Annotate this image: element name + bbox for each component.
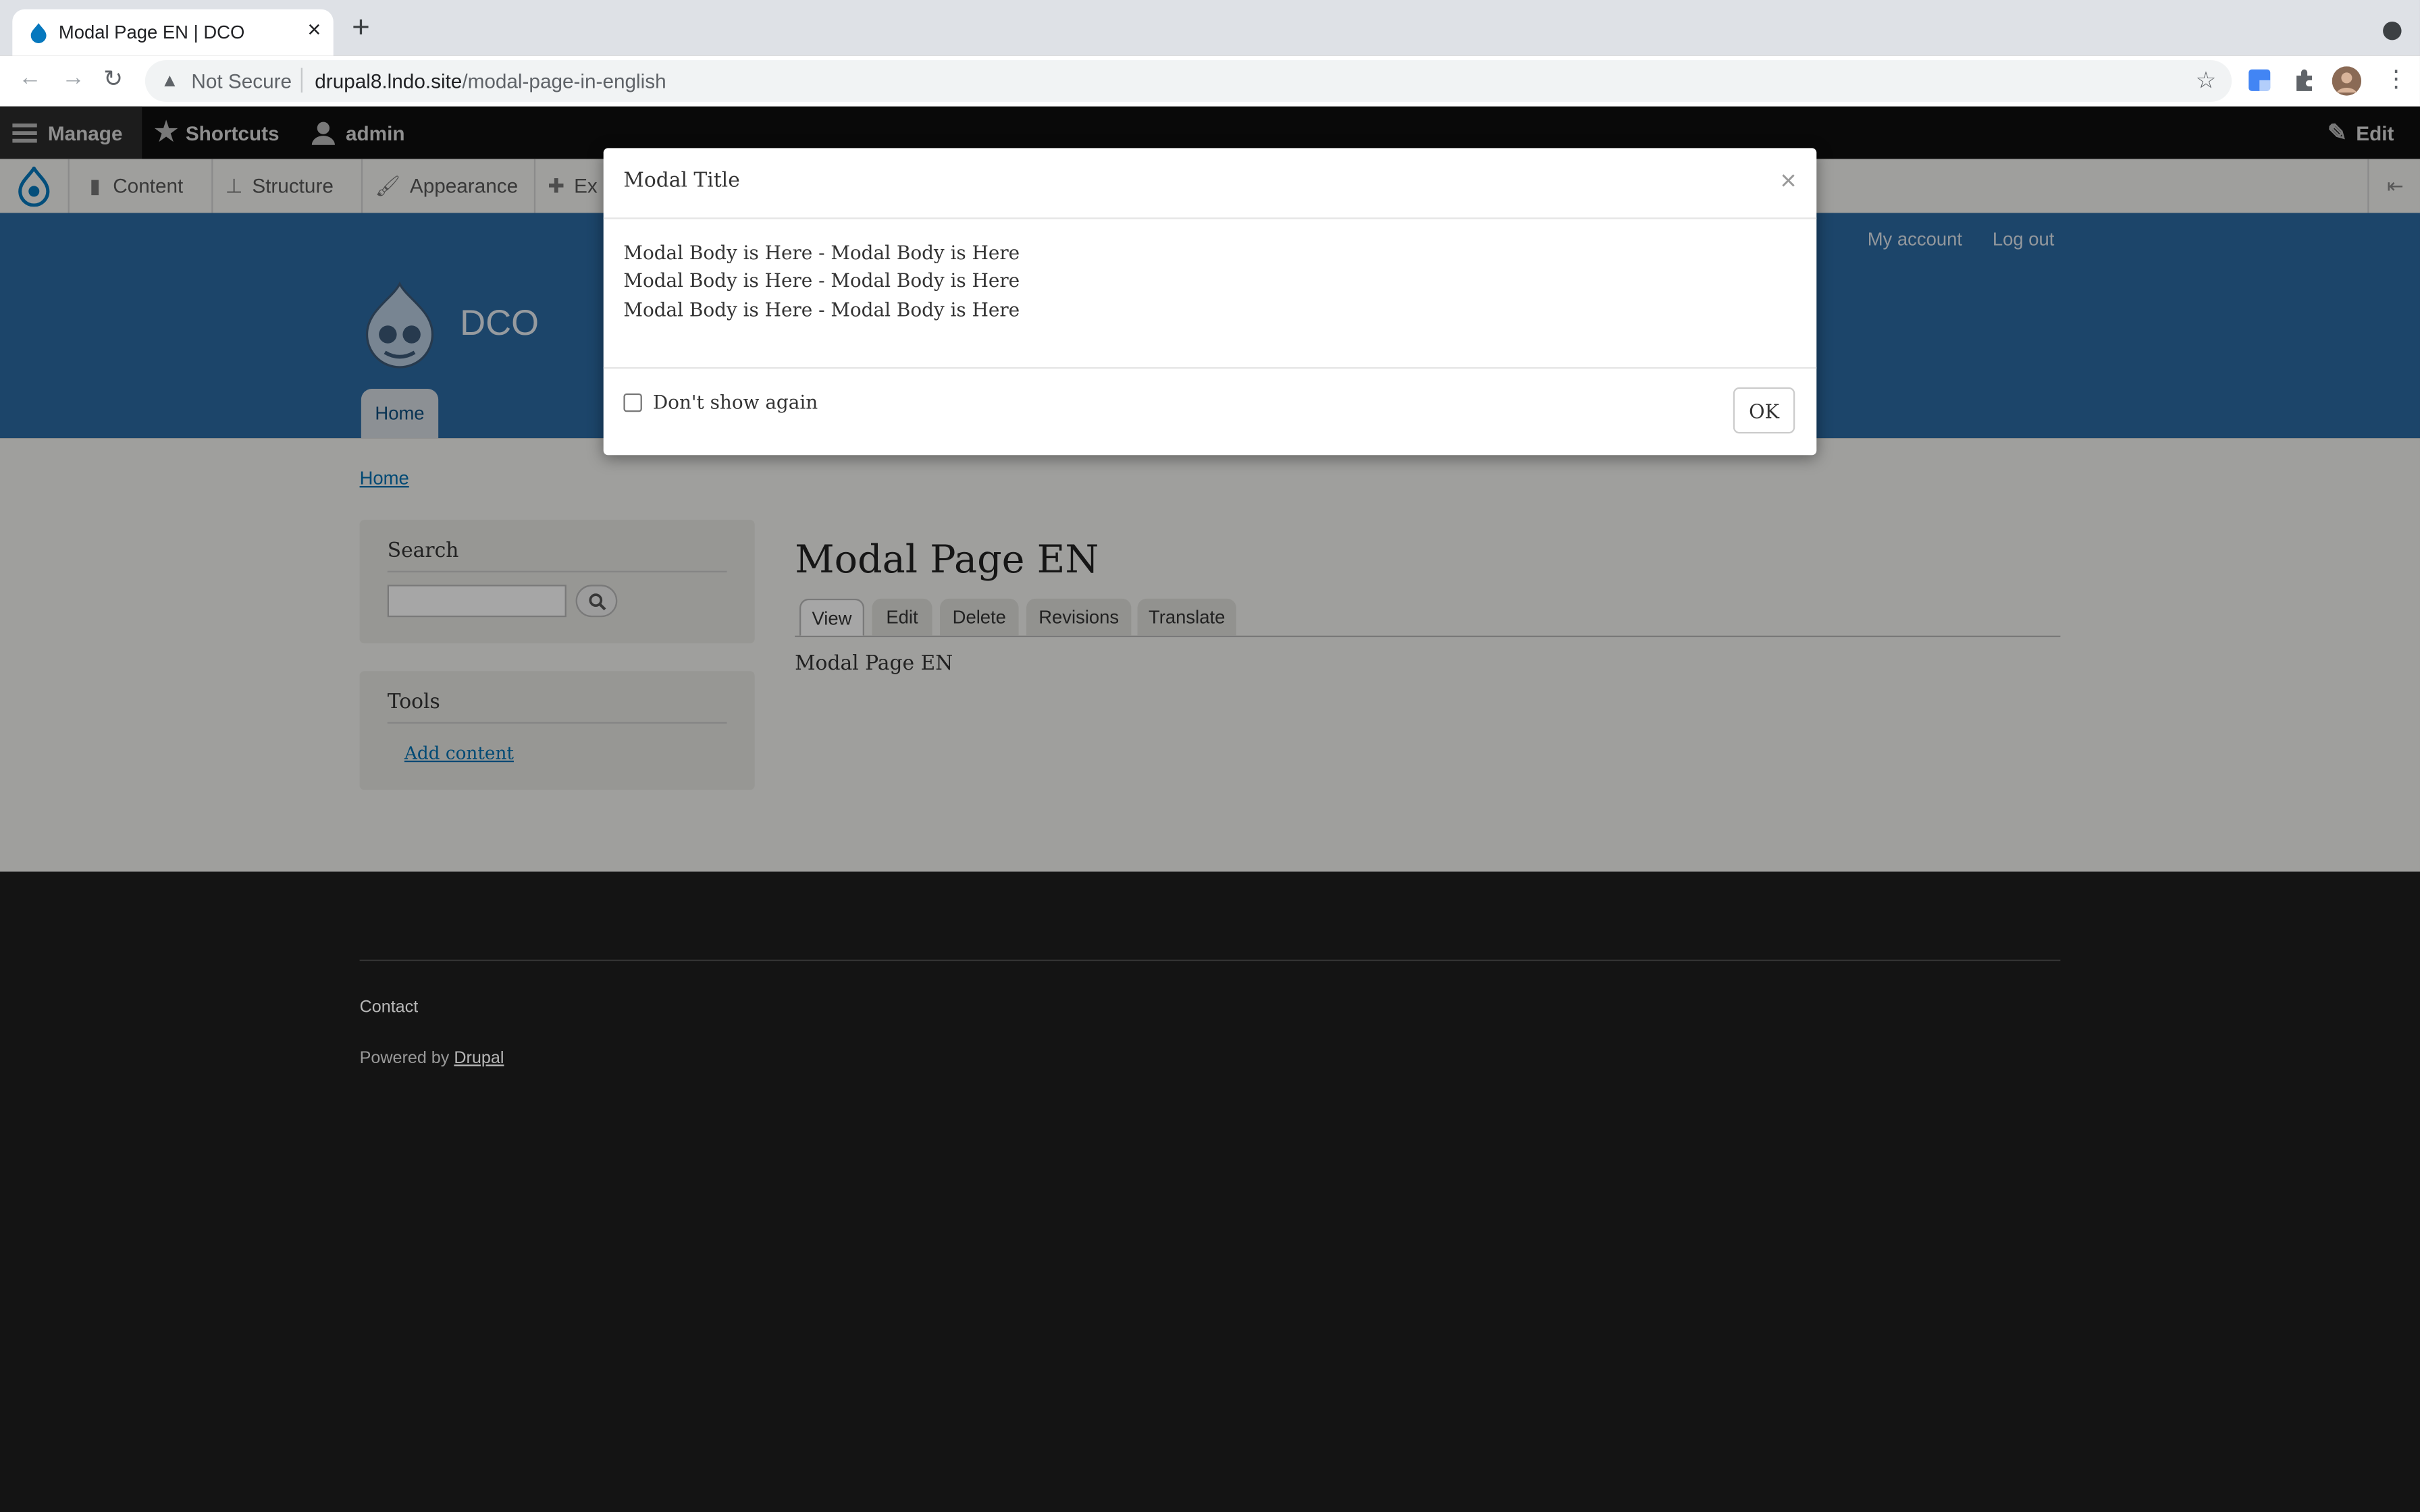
- modal-footer: Don't show again OK: [603, 367, 1817, 457]
- tab-title: Modal Page EN | DCO: [58, 21, 245, 43]
- dont-show-again-label[interactable]: Don't show again: [653, 392, 818, 414]
- ok-button-label: OK: [1749, 398, 1779, 423]
- security-label: Not Secure: [191, 69, 292, 93]
- contact-link[interactable]: Contact: [360, 998, 419, 1017]
- omnibox[interactable]: ▲ Not Secure drupal8.lndo.site/modal-pag…: [144, 60, 2232, 102]
- drupal-link[interactable]: Drupal: [454, 1049, 504, 1067]
- omnibox-separator: [300, 68, 302, 93]
- modal-title: Modal Title: [623, 169, 740, 193]
- browser-address-bar: ← → ↻ ▲ Not Secure drupal8.lndo.site/mod…: [0, 55, 2420, 108]
- forward-arrow-icon[interactable]: →: [61, 65, 84, 91]
- tab-close-icon[interactable]: ×: [307, 17, 321, 43]
- browser-tab[interactable]: Modal Page EN | DCO ×: [12, 9, 334, 56]
- reload-icon[interactable]: ↻: [103, 65, 123, 92]
- bookmark-star-icon[interactable]: ☆: [2196, 66, 2217, 94]
- extensions-puzzle-icon[interactable]: [2292, 68, 2317, 93]
- browser-tab-strip: Modal Page EN | DCO × +: [0, 0, 2420, 56]
- url-path: /modal-page-in-english: [462, 69, 666, 93]
- modal-body-line: Modal Body is Here - Modal Body is Here: [623, 298, 1020, 321]
- url-text[interactable]: drupal8.lndo.site/modal-page-in-english: [315, 70, 666, 92]
- modal-header: Modal Title ×: [603, 148, 1817, 219]
- ok-button[interactable]: OK: [1733, 387, 1795, 434]
- browser-menu-icon[interactable]: ⋮: [2384, 65, 2407, 92]
- powered-by-text: Powered by Drupal: [360, 1049, 504, 1067]
- back-arrow-icon[interactable]: ←: [18, 65, 41, 91]
- modal-body: Modal Body is Here - Modal Body is Here …: [623, 239, 1020, 324]
- translate-extension-icon[interactable]: [2247, 68, 2272, 93]
- tab-search-icon[interactable]: [2383, 21, 2402, 40]
- site-footer: Contact Powered by Drupal: [0, 871, 2420, 1512]
- warning-icon: ▲: [160, 69, 179, 91]
- new-tab-button[interactable]: +: [352, 12, 370, 43]
- url-host: drupal8.lndo.site: [315, 69, 463, 93]
- dont-show-again-checkbox[interactable]: [623, 393, 642, 412]
- modal-body-line: Modal Body is Here - Modal Body is Here: [623, 242, 1020, 264]
- footer-divider: [359, 959, 2061, 961]
- profile-avatar[interactable]: [2332, 66, 2362, 96]
- drupal-favicon-icon: [30, 23, 47, 43]
- modal-close-icon[interactable]: ×: [1781, 165, 1797, 198]
- modal-body-line: Modal Body is Here - Modal Body is Here: [623, 270, 1020, 292]
- powered-by-label: Powered by: [359, 1049, 450, 1068]
- modal-dialog: Modal Title × Modal Body is Here - Modal…: [603, 148, 1817, 457]
